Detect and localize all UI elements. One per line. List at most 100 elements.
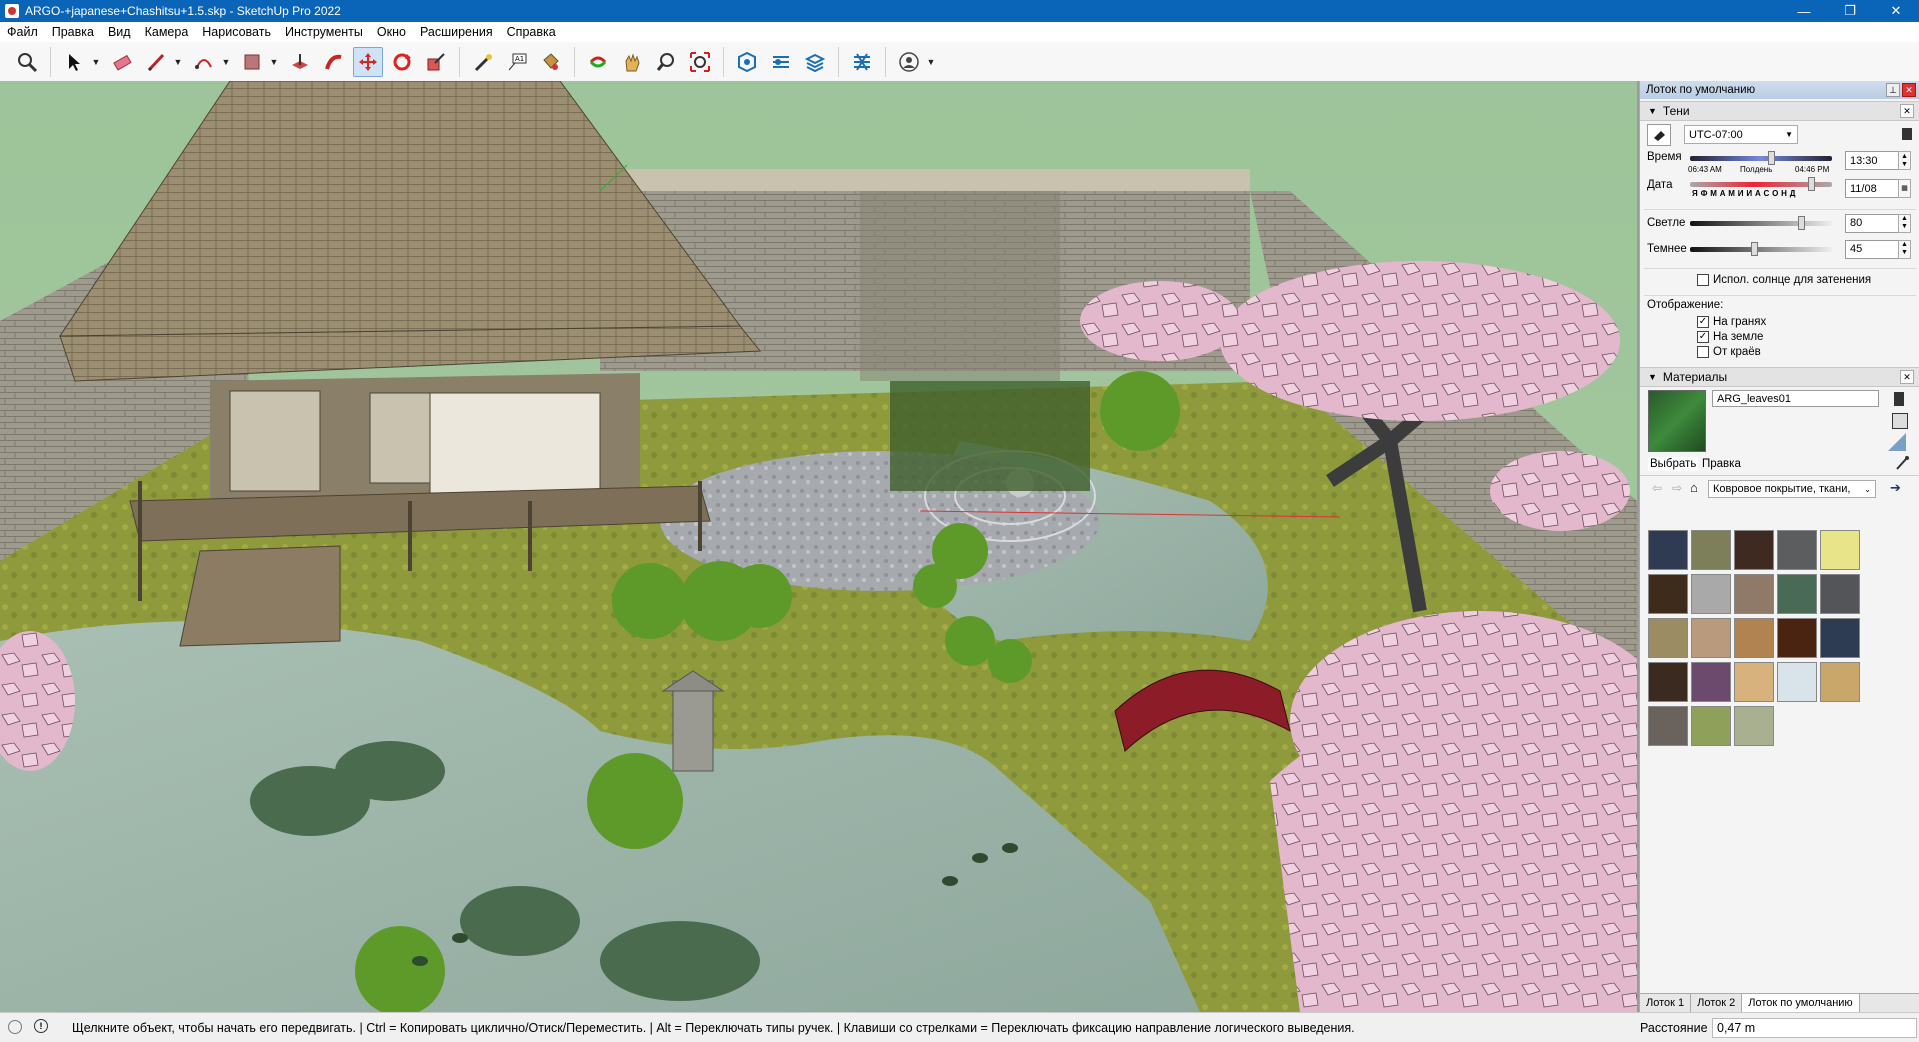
calendar-icon[interactable]: ▦	[1898, 179, 1911, 198]
from-edges-checkbox[interactable]: От краёв	[1697, 345, 1761, 358]
light-spinner[interactable]: ▲ ▼	[1898, 213, 1911, 233]
current-material-preview[interactable]	[1648, 390, 1706, 452]
material-swatch[interactable]	[1734, 574, 1774, 614]
tray-close-icon[interactable]: ✕	[1902, 83, 1916, 97]
orbit-icon[interactable]	[583, 47, 613, 77]
material-swatch[interactable]	[1777, 618, 1817, 658]
create-material-icon[interactable]	[1892, 413, 1908, 429]
material-swatch[interactable]	[1691, 706, 1731, 746]
menu-view[interactable]: Вид	[101, 25, 138, 39]
distance-input[interactable]: 0,47 m	[1712, 1017, 1917, 1038]
menu-extensions[interactable]: Расширения	[413, 25, 500, 39]
material-swatch[interactable]	[1734, 530, 1774, 570]
material-swatch[interactable]	[1691, 662, 1731, 702]
materials-close-icon[interactable]: ✕	[1900, 370, 1914, 384]
material-swatch[interactable]	[1648, 530, 1688, 570]
minimize-button[interactable]: —	[1781, 0, 1827, 22]
shadows-close-icon[interactable]: ✕	[1900, 104, 1914, 118]
menu-file[interactable]: Файл	[0, 25, 45, 39]
eyedropper-icon[interactable]	[1895, 455, 1909, 474]
japanese-garden-model[interactable]	[0, 81, 1637, 1012]
material-swatch[interactable]	[1734, 618, 1774, 658]
select-dropdown-icon[interactable]: ▼	[91, 47, 101, 77]
rectangle-icon[interactable]	[237, 47, 267, 77]
rotate-icon[interactable]	[387, 47, 417, 77]
zoom-extents-icon[interactable]	[685, 47, 715, 77]
date-input[interactable]: 11/08	[1845, 179, 1899, 198]
pencil-icon[interactable]	[141, 47, 171, 77]
light-slider[interactable]	[1690, 215, 1832, 230]
tape-measure-icon[interactable]	[468, 47, 498, 77]
use-sun-checkbox[interactable]: Испол. солнце для затенения	[1697, 274, 1871, 286]
material-swatch[interactable]	[1734, 662, 1774, 702]
menu-camera[interactable]: Камера	[138, 25, 196, 39]
on-ground-box[interactable]: ✓	[1697, 330, 1709, 343]
material-library-select[interactable]: Ковровое покрытие, ткани, ⌄	[1708, 480, 1876, 498]
eraser-icon[interactable]	[107, 47, 137, 77]
extension-warehouse-icon[interactable]	[766, 47, 796, 77]
dark-slider-thumb[interactable]	[1750, 241, 1758, 256]
menu-window[interactable]: Окно	[370, 25, 413, 39]
tab-tray-2[interactable]: Лоток 2	[1691, 994, 1743, 1012]
time-spinner[interactable]: ▲ ▼	[1898, 151, 1911, 170]
menu-edit[interactable]: Правка	[45, 25, 101, 39]
shadows-section-header[interactable]: ▼ Тени ✕	[1640, 101, 1919, 121]
material-swatch[interactable]	[1648, 618, 1688, 658]
time-input[interactable]: 13:30	[1845, 151, 1899, 170]
material-swatch[interactable]	[1777, 574, 1817, 614]
scale-icon[interactable]	[421, 47, 451, 77]
from-edges-box[interactable]	[1697, 345, 1709, 358]
move-icon[interactable]	[353, 46, 383, 77]
user-dropdown-icon[interactable]: ▼	[926, 47, 936, 77]
tab-edit[interactable]: Правка	[1702, 458, 1741, 470]
back-arrow-icon[interactable]: ⇦	[1652, 481, 1662, 495]
material-swatch[interactable]	[1734, 706, 1774, 746]
home-icon[interactable]: ⌂	[1690, 480, 1698, 495]
material-swatch[interactable]	[1691, 618, 1731, 658]
material-display-icon[interactable]	[1894, 392, 1904, 406]
follow-me-icon[interactable]	[319, 47, 349, 77]
warehouse-icon[interactable]	[732, 47, 762, 77]
material-swatch[interactable]	[1820, 662, 1860, 702]
details-arrow-icon[interactable]: ➔	[1890, 480, 1901, 496]
dark-spinner[interactable]: ▲ ▼	[1898, 239, 1911, 259]
material-swatch[interactable]	[1820, 618, 1860, 658]
menu-draw[interactable]: Нарисовать	[195, 25, 278, 39]
on-faces-box[interactable]: ✓	[1697, 315, 1709, 328]
timezone-select[interactable]: UTC-07:00 ▼	[1684, 125, 1798, 144]
pencil-dropdown-icon[interactable]: ▼	[173, 47, 183, 77]
menu-tools[interactable]: Инструменты	[278, 25, 370, 39]
arc-icon[interactable]	[189, 47, 219, 77]
dark-input[interactable]: 45	[1845, 239, 1899, 259]
date-slider-thumb[interactable]	[1808, 177, 1815, 191]
tab-default-tray[interactable]: Лоток по умолчанию	[1742, 994, 1860, 1012]
shadows-toggle-icon[interactable]	[1647, 124, 1671, 146]
extension-manager-icon[interactable]	[847, 47, 877, 77]
material-swatch[interactable]	[1648, 574, 1688, 614]
model-viewport[interactable]	[0, 81, 1639, 1012]
material-swatch[interactable]	[1691, 530, 1731, 570]
material-swatch[interactable]	[1820, 574, 1860, 614]
tab-tray-1[interactable]: Лоток 1	[1640, 994, 1692, 1012]
user-icon[interactable]	[894, 47, 924, 77]
close-button[interactable]: ✕	[1873, 0, 1919, 22]
menu-help[interactable]: Справка	[500, 25, 563, 39]
material-swatch[interactable]	[1777, 530, 1817, 570]
material-swatch[interactable]	[1691, 574, 1731, 614]
material-swatch[interactable]	[1820, 530, 1860, 570]
geolocation-icon[interactable]	[8, 1020, 22, 1034]
material-swatch[interactable]	[1648, 706, 1688, 746]
tray-pin-icon[interactable]: ⊥	[1886, 83, 1900, 97]
light-input[interactable]: 80	[1845, 213, 1899, 233]
zoom-icon[interactable]	[12, 47, 42, 77]
forward-arrow-icon[interactable]: ⇨	[1672, 481, 1682, 495]
paint-bucket-icon[interactable]	[536, 47, 566, 77]
material-name-input[interactable]: ARG_leaves01	[1712, 390, 1879, 407]
zoom-tool-icon[interactable]	[651, 47, 681, 77]
use-sun-box[interactable]	[1697, 274, 1709, 286]
tab-select[interactable]: Выбрать	[1648, 457, 1699, 471]
restore-button[interactable]: ❐	[1827, 0, 1873, 22]
default-material-icon[interactable]	[1888, 433, 1906, 451]
pan-icon[interactable]	[617, 47, 647, 77]
material-swatch[interactable]	[1648, 662, 1688, 702]
